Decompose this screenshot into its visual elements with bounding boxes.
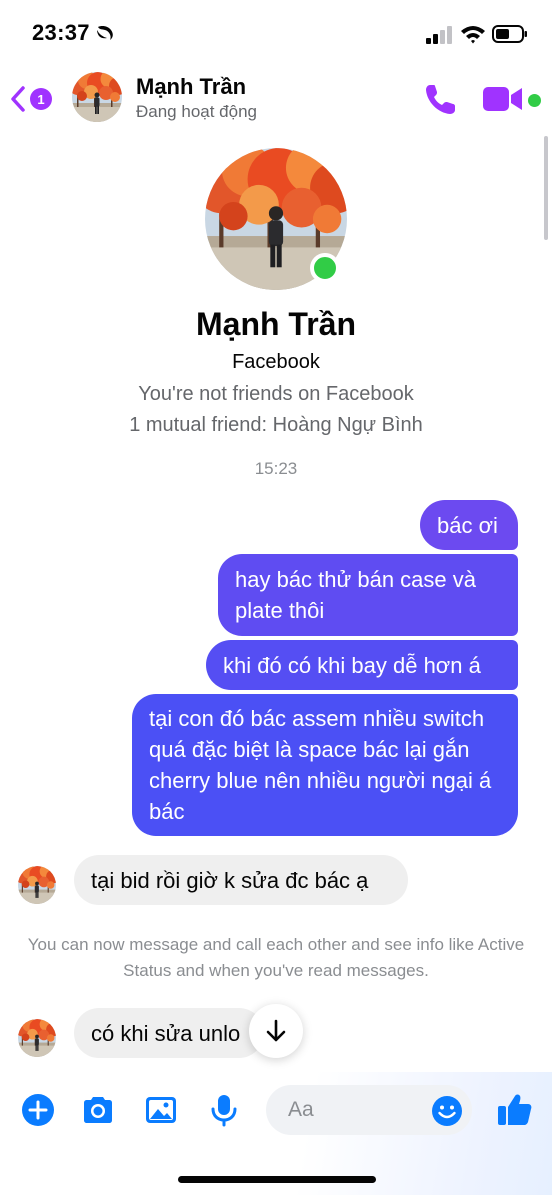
plus-icon[interactable] xyxy=(20,1092,56,1128)
gallery-icon[interactable] xyxy=(143,1092,179,1128)
battery-icon xyxy=(492,25,527,43)
outgoing-message[interactable]: hay bác thử bán case và plate thôi xyxy=(218,554,518,636)
incoming-message[interactable]: có khi sửa unlo xyxy=(74,1008,264,1058)
microphone-icon[interactable] xyxy=(206,1092,242,1128)
video-camera-icon[interactable] xyxy=(482,84,524,114)
status-time: 23:37 xyxy=(32,20,90,45)
avatar-image xyxy=(18,866,56,904)
mutual-friends[interactable]: 1 mutual friend: Hoàng Ngự Bình xyxy=(0,414,552,437)
sender-avatar[interactable] xyxy=(18,1019,56,1057)
contact-name[interactable]: Mạnh Trần xyxy=(136,74,246,100)
arrow-down-icon xyxy=(266,1019,286,1042)
scroll-to-bottom-button[interactable] xyxy=(249,1004,303,1058)
avatar-image xyxy=(18,1019,56,1057)
sender-avatar[interactable] xyxy=(18,866,56,904)
message-timestamp: 15:23 xyxy=(254,459,298,478)
home-indicator[interactable] xyxy=(178,1176,376,1183)
contact-active-status: Đang hoạt động xyxy=(136,102,257,121)
info-notice: You can now message and call each other … xyxy=(27,935,525,980)
outgoing-message[interactable]: bác ơi xyxy=(420,500,518,550)
scroll-indicator[interactable] xyxy=(544,136,548,240)
camera-icon[interactable] xyxy=(80,1092,116,1128)
wifi-icon xyxy=(461,26,485,44)
moon-icon xyxy=(97,26,113,40)
phone-icon[interactable] xyxy=(424,82,458,116)
active-status-dot xyxy=(528,94,541,107)
back-chevron-icon xyxy=(11,86,25,112)
online-status-dot xyxy=(310,253,340,283)
incoming-message[interactable]: tại bid rồi giờ k sửa đc bác ạ xyxy=(74,855,408,905)
conversation-header: 1 Mạnh Trần Đang hoạt động xyxy=(0,64,552,134)
message-composer xyxy=(0,1072,552,1195)
profile-platform: Facebook xyxy=(232,351,320,373)
signal-icon xyxy=(426,26,452,44)
emoji-icon[interactable] xyxy=(430,1094,464,1128)
back-button[interactable]: 1 xyxy=(10,82,60,116)
contact-avatar[interactable] xyxy=(72,72,122,122)
avatar-image xyxy=(72,72,122,122)
profile-name: Mạnh Trần xyxy=(195,306,356,342)
unread-count-badge: 1 xyxy=(30,88,52,110)
outgoing-message[interactable]: tại con đó bác assem nhiều switch quá đặ… xyxy=(132,694,518,836)
friend-status: You're not friends on Facebook xyxy=(138,383,414,405)
status-bar: 23:37 xyxy=(0,0,552,64)
outgoing-message[interactable]: khi đó có khi bay dễ hơn á xyxy=(206,640,518,690)
thumbs-up-icon[interactable] xyxy=(496,1090,534,1128)
